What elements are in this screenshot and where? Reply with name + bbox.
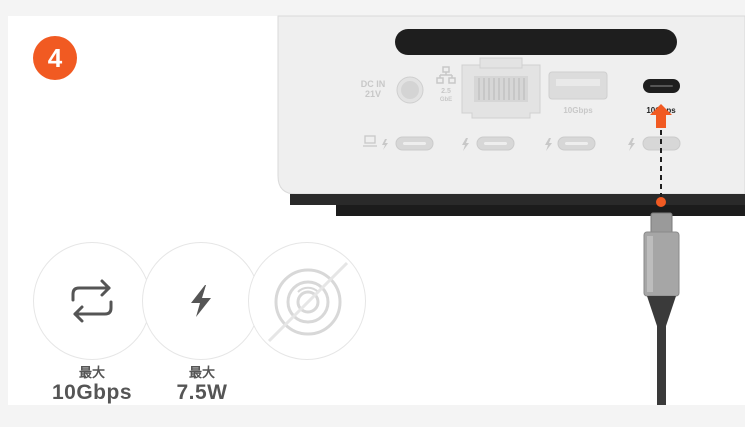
data-transfer-badge: [33, 242, 151, 360]
vent-slot: [395, 29, 677, 55]
spec-power-value: 7.5W: [176, 381, 228, 404]
no-display-badge: [248, 242, 366, 360]
dc-in-label: DC IN: [361, 79, 386, 89]
device-base-shadow: [290, 194, 745, 205]
step-panel: 4 DC IN 21V 2.5 GbE 10Gbps 最大 10Gbps 最大 …: [0, 0, 745, 427]
dc-in-port-inner: [401, 81, 419, 99]
dc-in-voltage: 21V: [365, 89, 381, 99]
power-badge: [142, 242, 260, 360]
power-bolt-icon: [191, 285, 211, 317]
data-transfer-icon: [71, 279, 113, 323]
guide-dot: [656, 197, 666, 207]
usb-a-speed-label: 10Gbps: [563, 106, 593, 115]
spec-power: 最大 7.5W: [150, 365, 254, 405]
device-feet: [336, 205, 745, 216]
ethernet-speed: 2.5: [441, 88, 451, 95]
spec-data-speed: 最大 10Gbps: [40, 365, 144, 405]
spec-power-label: 最大: [188, 365, 215, 380]
usb-c-cable: [643, 212, 680, 414]
ethernet-unit: GbE: [440, 97, 452, 103]
frame-bottom: [0, 405, 745, 427]
device-illustration: DC IN 21V 2.5 GbE 10Gbps: [277, 15, 745, 414]
no-display-icon: [267, 261, 349, 343]
spec-data-label: 最大: [78, 365, 105, 380]
ethernet-port: [461, 57, 541, 119]
spec-data-value: 10Gbps: [51, 381, 133, 404]
